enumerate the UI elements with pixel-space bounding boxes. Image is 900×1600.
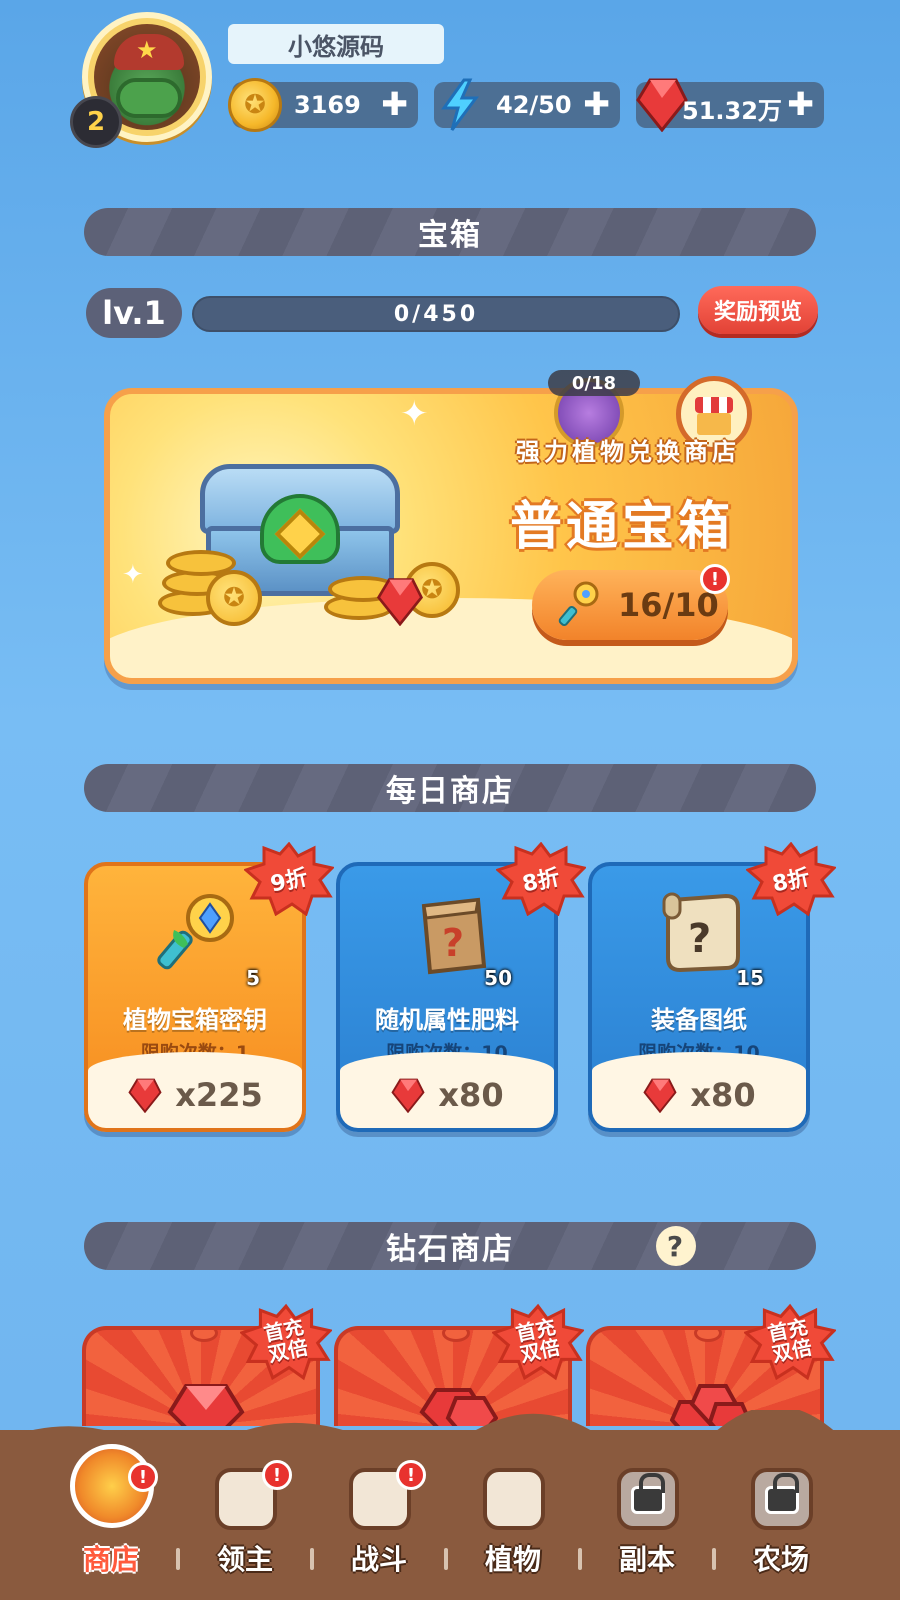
item-name: 植物宝箱密钥	[123, 1006, 267, 1034]
nav-shop-alert: !	[128, 1462, 158, 1492]
daily-shop-title: 每日商店	[386, 774, 514, 809]
player-level-badge: 2	[70, 96, 122, 148]
item-quantity: 15	[736, 966, 764, 990]
mystery-bag-icon: ?	[421, 897, 487, 975]
key-icon	[558, 581, 599, 627]
add-energy-button[interactable]: ✚	[583, 88, 610, 120]
add-coin-button[interactable]: ✚	[381, 88, 408, 120]
sparkle-icon: ✦	[400, 394, 429, 434]
item-price-value: x225	[175, 1076, 263, 1114]
nav-plants[interactable]: 植物	[458, 1468, 568, 1598]
plant-exchange-counter: 0/18	[548, 370, 640, 396]
nav-plants-label: 植物	[484, 1543, 541, 1576]
coin-counter[interactable]: ✪ 3169 ✚	[228, 78, 418, 132]
nav-divider	[712, 1548, 716, 1570]
nav-divider	[310, 1548, 314, 1570]
energy-counter[interactable]: 42/50 ✚	[434, 78, 620, 131]
red-gem-icon	[128, 1078, 162, 1113]
key-icon	[157, 894, 234, 970]
diamond-shop-title: 钻石商店	[386, 1232, 514, 1267]
nav-lord-label: 领主	[216, 1543, 273, 1576]
nav-divider	[176, 1548, 180, 1570]
chest-progress-text: 0/450	[393, 302, 479, 327]
nav-wave	[0, 1410, 900, 1450]
item-name: 随机属性肥料	[375, 1006, 519, 1034]
coin-value: 3169	[294, 91, 361, 119]
discount-badge: 8折	[496, 842, 586, 916]
avatar-face	[116, 78, 182, 118]
red-gem-icon	[391, 1078, 425, 1113]
nav-farm[interactable]: 农场	[726, 1468, 836, 1598]
nav-divider	[578, 1548, 582, 1570]
nav-farm-label: 农场	[752, 1543, 809, 1576]
item-price[interactable]: x80	[592, 1076, 806, 1114]
reward-preview-button[interactable]: 奖励预览	[698, 286, 818, 334]
nav-dungeon[interactable]: 副本	[592, 1468, 702, 1598]
chest-section-header: 宝箱	[84, 208, 816, 256]
discount-badge: 8折	[746, 842, 836, 916]
help-icon[interactable]: ?	[656, 1226, 696, 1266]
diamond-shop-header: 钻石商店 ?	[84, 1222, 816, 1270]
red-gem-icon	[643, 1078, 677, 1113]
item-quantity: 5	[246, 966, 260, 990]
item-price-value: x80	[438, 1076, 504, 1114]
first-charge-double-badge: 首充 双倍	[240, 1302, 332, 1382]
nav-battle-alert: !	[396, 1460, 426, 1490]
gem-value: 51.32万	[682, 97, 782, 125]
chest-section-title: 宝箱	[418, 218, 482, 253]
chest-progress-bar: 0/450	[192, 296, 680, 332]
svg-text:?: ?	[688, 916, 711, 962]
red-gem-icon	[376, 578, 424, 626]
lightning-icon	[441, 78, 479, 131]
chest-alert-badge: !	[700, 564, 730, 594]
plant-exchange-shop-label[interactable]: 强力植物兑换商店	[516, 432, 740, 467]
item-price-value: x80	[690, 1076, 756, 1114]
discount-badge: 9折	[244, 842, 334, 916]
lock-icon	[631, 1473, 665, 1514]
energy-value: 42/50	[496, 91, 572, 119]
nav-divider	[444, 1548, 448, 1570]
plant-book-icon	[483, 1468, 545, 1530]
nav-battle-label: 战斗	[350, 1543, 407, 1576]
first-charge-double-badge: 首充 双倍	[744, 1302, 836, 1382]
item-price[interactable]: x80	[340, 1076, 554, 1114]
player-name: 小悠源码	[228, 24, 444, 64]
lock-icon	[765, 1473, 799, 1514]
gem-counter[interactable]: 51.32万 ✚	[636, 78, 824, 132]
nav-lord-alert: !	[262, 1460, 292, 1490]
mystery-scroll-icon: ?	[662, 892, 740, 973]
first-charge-double-badge: 首充 双倍	[492, 1302, 584, 1382]
item-price[interactable]: x225	[88, 1076, 302, 1114]
nav-dungeon-label: 副本	[618, 1543, 675, 1576]
red-gem-icon	[636, 78, 688, 132]
add-gem-button[interactable]: ✚	[787, 88, 814, 120]
nav-shop-label: 商店	[82, 1543, 139, 1576]
daily-shop-header: 每日商店	[84, 764, 816, 812]
avatar-star-icon: ★	[136, 36, 158, 64]
open-chest-button[interactable]: 16/10	[532, 570, 728, 640]
chest-level-label: lv.1	[86, 288, 182, 338]
sparkle-icon: ✦	[122, 560, 144, 590]
item-quantity: 50	[484, 966, 512, 990]
chest-title: 普通宝箱	[510, 497, 735, 557]
coin-icon: ✪	[228, 78, 282, 132]
coin-icon: ✪	[206, 570, 262, 626]
key-count: 16/10	[618, 586, 719, 624]
item-name: 装备图纸	[651, 1006, 747, 1034]
svg-text:?: ?	[442, 921, 464, 965]
